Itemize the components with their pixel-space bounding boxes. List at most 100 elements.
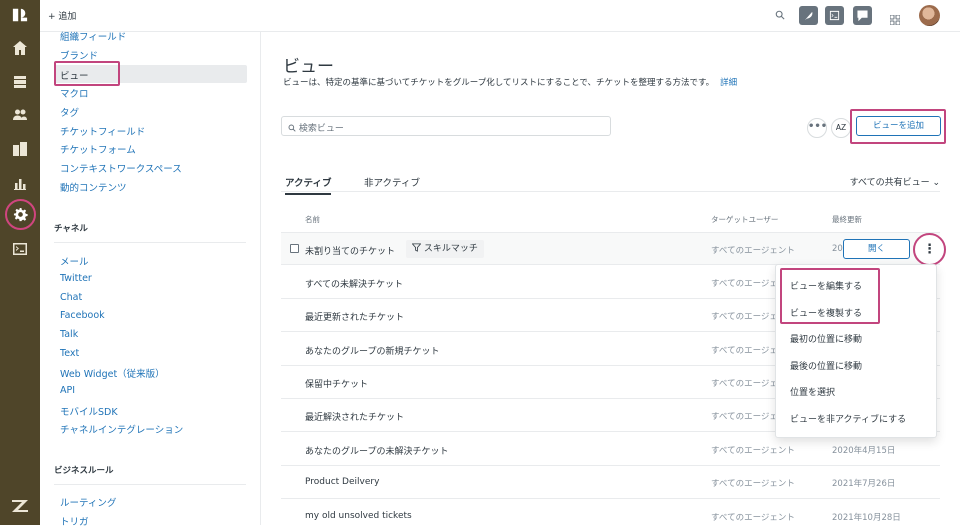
menu-item-duplicate-view[interactable]: ビューを複製する bbox=[790, 306, 862, 319]
sidenav-item-dynamic-content[interactable]: 動的コンテンツ bbox=[60, 180, 127, 194]
admin-sidenav: 組織フィールド ブランド ビュー マクロ タグ チケットフィールド チケットフォ… bbox=[40, 29, 261, 528]
organizations-icon[interactable] bbox=[9, 138, 31, 160]
sidenav-item-email[interactable]: メール bbox=[60, 254, 89, 268]
sidenav-item-mobile-sdk[interactable]: モバイルSDK bbox=[60, 404, 118, 418]
view-name[interactable]: 最近解決されたチケット bbox=[305, 410, 404, 423]
view-target: すべてのエージェント bbox=[711, 513, 795, 523]
search-icon bbox=[288, 124, 296, 132]
sidenav-item-channel-integrations[interactable]: チャネルインテグレーション bbox=[60, 422, 183, 436]
sidenav-item-text[interactable]: Text bbox=[60, 348, 79, 359]
add-view-highlight-box: ビューを追加 bbox=[850, 109, 946, 144]
view-name[interactable]: あなたのグループの未解決チケット bbox=[305, 444, 448, 457]
column-header-name[interactable]: 名前 bbox=[305, 214, 320, 225]
sidenav-item-ticket-forms[interactable]: チケットフォーム bbox=[60, 142, 136, 156]
menu-item-deactivate-view[interactable]: ビューを非アクティブにする bbox=[790, 412, 906, 425]
row-checkbox[interactable] bbox=[290, 244, 299, 253]
search-placeholder: 検索ビュー bbox=[298, 124, 344, 134]
sidenav-item-org-fields[interactable]: 組織フィールド bbox=[60, 29, 126, 43]
view-target: すべてのエージェ bbox=[711, 412, 778, 422]
column-header-target[interactable]: ターゲットユーザー bbox=[711, 214, 778, 225]
menu-item-move-to-last[interactable]: 最後の位置に移動 bbox=[790, 359, 862, 372]
views-icon[interactable] bbox=[9, 71, 31, 93]
view-updated: 20 bbox=[832, 244, 843, 254]
more-options-button[interactable]: ••• bbox=[807, 118, 827, 138]
view-name[interactable]: すべての未解決チケット bbox=[305, 277, 403, 290]
business-rules-heading: ビジネスルール bbox=[54, 466, 114, 476]
view-target: すべてのエージェ bbox=[711, 379, 778, 389]
avatar[interactable] bbox=[919, 5, 940, 26]
view-name[interactable]: 最近更新されたチケット bbox=[305, 310, 404, 323]
sidenav-item-context-workspaces[interactable]: コンテキストワークスペース bbox=[60, 161, 182, 175]
products-grid-icon[interactable] bbox=[889, 10, 901, 26]
sidenav-item-routing[interactable]: ルーティング bbox=[60, 495, 116, 509]
divider bbox=[54, 242, 246, 243]
shared-views-filter-dropdown[interactable]: すべての共有ビュー ⌄ bbox=[850, 175, 940, 188]
channels-heading: チャネル bbox=[54, 224, 88, 234]
menu-item-select-position[interactable]: 位置を選択 bbox=[790, 385, 835, 398]
sidenav-item-api[interactable]: API bbox=[60, 385, 75, 396]
table-row[interactable]: my old unsolved tickets すべてのエージェント 2021年… bbox=[281, 500, 940, 525]
view-target: すべてのエージェ bbox=[711, 279, 778, 289]
zendesk-z-icon bbox=[11, 498, 29, 516]
page-title: ビュー bbox=[283, 57, 334, 77]
view-target: すべてのエージェ bbox=[711, 346, 778, 356]
sidenav-item-chat[interactable]: Chat bbox=[60, 292, 82, 303]
sidenav-item-facebook[interactable]: Facebook bbox=[60, 310, 105, 321]
filter-icon bbox=[411, 243, 422, 252]
top-bar: + 追加 bbox=[40, 0, 960, 32]
page-description: ビューは、特定の基準に基づいてチケットをグループ化してリストにすることで、チケッ… bbox=[283, 76, 737, 88]
view-name[interactable]: Product Deilvery bbox=[305, 477, 379, 487]
sidenav-item-tags[interactable]: タグ bbox=[60, 105, 79, 119]
menu-item-move-to-first[interactable]: 最初の位置に移動 bbox=[790, 332, 862, 345]
view-updated: 2020年4月15日 bbox=[832, 446, 896, 456]
views-highlight-box bbox=[54, 61, 120, 86]
sidenav-item-macros[interactable]: マクロ bbox=[60, 86, 89, 100]
row-actions-menu: ビューを編集する ビューを複製する 最初の位置に移動 最後の位置に移動 位置を選… bbox=[775, 264, 937, 438]
terminal-app-icon[interactable] bbox=[825, 6, 844, 25]
table-row[interactable]: Product Deilvery すべてのエージェント 2021年7月26日 bbox=[281, 466, 940, 499]
sidenav-item-web-widget[interactable]: Web Widget（従来版） bbox=[60, 366, 165, 380]
zendesk-logo-icon[interactable] bbox=[10, 7, 30, 25]
search-icon[interactable] bbox=[775, 10, 785, 23]
add-view-button[interactable]: ビューを追加 bbox=[856, 116, 941, 136]
feather-app-icon[interactable] bbox=[799, 6, 818, 25]
tab-active[interactable]: アクティブ bbox=[285, 175, 332, 195]
search-views-input[interactable]: 検索ビュー bbox=[281, 116, 611, 136]
table-row[interactable]: 未割り当てのチケット スキルマッチ すべてのエージェント 20 開く ⋮ bbox=[281, 232, 946, 266]
add-button[interactable]: + 追加 bbox=[48, 9, 76, 22]
tab-inactive[interactable]: 非アクティブ bbox=[364, 175, 420, 189]
view-name[interactable]: あなたのグループの新規チケット bbox=[305, 344, 439, 357]
reporting-icon[interactable] bbox=[9, 172, 31, 194]
admin-settings-icon[interactable] bbox=[5, 199, 36, 230]
sidenav-item-talk[interactable]: Talk bbox=[60, 329, 78, 340]
sidenav-item-twitter[interactable]: Twitter bbox=[60, 273, 92, 284]
chat-app-icon[interactable] bbox=[853, 6, 872, 25]
details-link[interactable]: 詳細 bbox=[720, 78, 737, 88]
product-rail bbox=[0, 0, 40, 525]
view-name[interactable]: 保留中チケット bbox=[305, 377, 368, 390]
main-content: ビュー ビューは、特定の基準に基づいてチケットをグループ化してリストにすることで… bbox=[261, 32, 960, 525]
column-header-updated[interactable]: 最終更新 bbox=[832, 214, 862, 225]
view-target: すべてのエージェ bbox=[711, 312, 778, 322]
view-target: すべてのエージェント bbox=[711, 446, 795, 456]
sort-alphabetical-button[interactable]: AZ bbox=[831, 118, 851, 138]
open-view-button[interactable]: 開く bbox=[843, 239, 910, 259]
sidenav-item-brands[interactable]: ブランド bbox=[60, 48, 98, 62]
sidenav-item-ticket-fields[interactable]: チケットフィールド bbox=[60, 124, 145, 138]
customers-icon[interactable] bbox=[9, 104, 31, 126]
chip-label: スキルマッチ bbox=[423, 244, 478, 254]
sidenav-item-triggers[interactable]: トリガ bbox=[60, 514, 89, 528]
view-target: すべてのエージェント bbox=[711, 479, 795, 489]
terminal-icon[interactable] bbox=[9, 238, 31, 260]
divider bbox=[54, 484, 246, 485]
view-tabs: アクティブ 非アクティブ すべての共有ビュー ⌄ bbox=[281, 172, 940, 195]
view-name[interactable]: my old unsolved tickets bbox=[305, 511, 412, 521]
view-updated: 2021年10月28日 bbox=[832, 513, 901, 523]
skill-match-chip: スキルマッチ bbox=[406, 240, 484, 258]
row-actions-kebab-icon[interactable]: ⋮ bbox=[913, 233, 946, 266]
view-name[interactable]: 未割り当てのチケット bbox=[305, 244, 395, 257]
home-icon[interactable] bbox=[9, 37, 31, 59]
menu-item-edit-view[interactable]: ビューを編集する bbox=[790, 279, 862, 292]
view-updated: 2021年7月26日 bbox=[832, 479, 896, 489]
view-target: すべてのエージェント bbox=[711, 246, 795, 256]
